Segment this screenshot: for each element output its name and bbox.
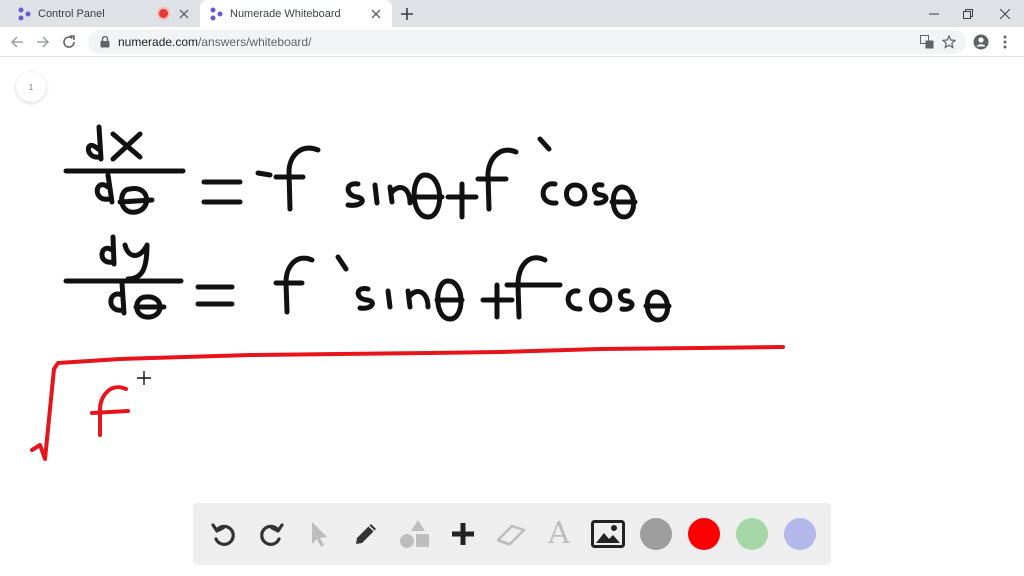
minimize-button[interactable] xyxy=(917,0,951,27)
tab-numerade-whiteboard[interactable]: Numerade Whiteboard xyxy=(200,0,392,27)
restore-button[interactable] xyxy=(951,0,985,27)
back-button[interactable] xyxy=(8,33,26,51)
close-tab-icon[interactable] xyxy=(176,6,192,22)
profile-avatar-icon[interactable] xyxy=(972,33,990,51)
whiteboard-toolbar: A xyxy=(193,503,831,565)
whiteboard-canvas[interactable]: 1 A xyxy=(0,57,1024,576)
address-bar[interactable]: numerade.com/answers/whiteboard/ xyxy=(88,30,966,54)
redo-icon[interactable] xyxy=(253,516,289,552)
close-tab-icon[interactable] xyxy=(368,6,384,22)
new-tab-button[interactable] xyxy=(398,5,416,23)
browser-toolbar: numerade.com/answers/whiteboard/ xyxy=(0,27,1024,57)
text-icon[interactable]: A xyxy=(541,516,577,552)
color-swatch-green[interactable] xyxy=(736,518,768,550)
close-window-button[interactable] xyxy=(988,0,1022,27)
url-text[interactable]: numerade.com/answers/whiteboard/ xyxy=(118,35,916,49)
numerade-logo-icon xyxy=(208,6,224,22)
pencil-icon[interactable] xyxy=(348,516,384,552)
reload-button[interactable] xyxy=(60,33,78,51)
bookmark-star-icon[interactable] xyxy=(938,31,960,53)
tab-control-panel[interactable]: Control Panel xyxy=(8,0,200,27)
color-swatch-gray[interactable] xyxy=(640,518,672,550)
tab-strip: Control Panel Numerade Whiteboard xyxy=(0,0,1024,27)
shapes-icon[interactable] xyxy=(396,516,432,552)
text-tool-label: A xyxy=(548,516,570,551)
crosshair-cursor-icon xyxy=(137,371,151,385)
equation-1-ink xyxy=(63,124,638,220)
pointer-icon[interactable] xyxy=(300,516,336,552)
square-root-ink xyxy=(30,345,785,461)
forward-button[interactable] xyxy=(34,33,52,51)
plus-icon[interactable] xyxy=(445,516,481,552)
numerade-logo-icon xyxy=(16,6,32,22)
handwriting-ink xyxy=(30,124,785,461)
tab-title: Numerade Whiteboard xyxy=(230,7,341,20)
undo-icon[interactable] xyxy=(206,516,242,552)
color-swatch-red[interactable] xyxy=(688,518,720,550)
url-domain: numerade.com xyxy=(118,35,199,49)
color-swatch-lavender[interactable] xyxy=(784,518,816,550)
image-icon[interactable] xyxy=(590,516,626,552)
translate-icon[interactable] xyxy=(916,31,938,53)
url-path: /answers/whiteboard/ xyxy=(198,35,312,49)
lock-icon[interactable] xyxy=(98,35,112,49)
browser-menu-icon[interactable] xyxy=(996,33,1014,51)
recording-icon xyxy=(157,7,170,20)
eraser-icon[interactable] xyxy=(493,516,529,552)
equation-2-ink xyxy=(63,234,672,323)
tab-title: Control Panel xyxy=(38,7,105,20)
